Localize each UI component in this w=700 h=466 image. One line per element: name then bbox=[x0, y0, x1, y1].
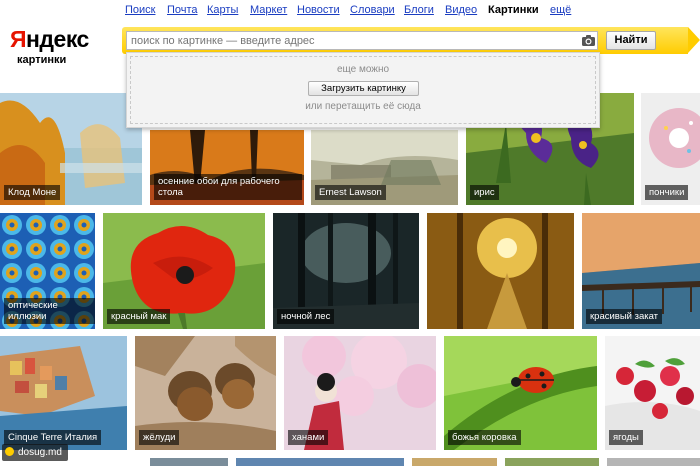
image-tile-acorns[interactable]: жёлуди bbox=[135, 336, 276, 450]
caption: красный мак bbox=[107, 309, 171, 324]
nav-link-news[interactable]: Новости bbox=[297, 4, 340, 16]
image-tile-partial[interactable] bbox=[236, 458, 404, 466]
image-sunlit-forest bbox=[427, 213, 574, 329]
caption: ирис bbox=[470, 185, 499, 200]
nav-link-maps[interactable]: Карты bbox=[207, 4, 238, 16]
nav-link-more[interactable]: ещё bbox=[550, 4, 571, 16]
caption: осенние обои для рабочего стола bbox=[154, 174, 302, 200]
image-tile-hanami[interactable]: ханами bbox=[284, 336, 436, 450]
image-tile-autumn-wallpaper[interactable]: осенние обои для рабочего стола bbox=[150, 130, 304, 205]
service-nav: Поиск Почта Карты Маркет Новости Словари… bbox=[0, 2, 700, 18]
nav-link-search[interactable]: Поиск bbox=[125, 4, 155, 16]
watermark: dosug.md bbox=[2, 444, 68, 461]
nav-current-images: Картинки bbox=[488, 4, 539, 16]
search-input[interactable] bbox=[126, 31, 598, 50]
image-tile-monet[interactable]: Клод Моне bbox=[0, 93, 142, 205]
nav-link-market[interactable]: Маркет bbox=[250, 4, 287, 16]
nav-link-mail[interactable]: Почта bbox=[167, 4, 198, 16]
image-tile-optical-illusions[interactable]: оптические иллюзии bbox=[0, 213, 95, 329]
nav-link-video[interactable]: Видео bbox=[445, 4, 477, 16]
caption: оптические иллюзии bbox=[4, 298, 95, 324]
upload-hint-top: еще можно bbox=[336, 64, 390, 75]
caption: Ernest Lawson bbox=[315, 185, 386, 200]
caption: красивый закат bbox=[586, 309, 663, 324]
caption: ханами bbox=[288, 430, 329, 445]
nav-link-dictionaries[interactable]: Словари bbox=[350, 4, 395, 16]
caption: ягоды bbox=[609, 430, 643, 445]
image-tile-ladybug[interactable]: божья коровка bbox=[444, 336, 597, 450]
image-tile-partial[interactable] bbox=[412, 458, 497, 466]
image-tile-sunlit-forest[interactable] bbox=[427, 213, 574, 329]
image-tile-partial[interactable] bbox=[150, 458, 228, 466]
watermark-logo-icon bbox=[5, 447, 14, 456]
upload-hint-bottom: или перетащить её сюда bbox=[305, 101, 421, 112]
watermark-text: dosug.md bbox=[18, 447, 62, 458]
image-tile-night-forest[interactable]: ночной лес bbox=[273, 213, 419, 329]
search-button[interactable]: Найти bbox=[606, 31, 656, 50]
upload-dropzone[interactable]: еще можно Загрузить картинку или перетащ… bbox=[126, 52, 600, 128]
image-tile-berries[interactable]: ягоды bbox=[605, 336, 700, 450]
camera-icon[interactable] bbox=[581, 33, 596, 48]
caption: божья коровка bbox=[448, 430, 521, 445]
logo-subtitle: картинки bbox=[17, 54, 67, 66]
logo-first-letter: Я bbox=[10, 26, 27, 52]
image-tile-partial[interactable] bbox=[505, 458, 599, 466]
image-tile-ernest-lawson[interactable]: Ernest Lawson bbox=[311, 130, 458, 205]
image-tile-partial[interactable] bbox=[607, 458, 700, 466]
yandex-logo[interactable]: Яндекс bbox=[10, 26, 89, 53]
upload-image-button[interactable]: Загрузить картинку bbox=[308, 81, 419, 96]
caption: пончики bbox=[645, 185, 689, 200]
image-tile-beautiful-sunset[interactable]: красивый закат bbox=[582, 213, 700, 329]
caption: жёлуди bbox=[139, 430, 180, 445]
nav-link-blogs[interactable]: Блоги bbox=[404, 4, 434, 16]
logo-rest: ндекс bbox=[26, 26, 89, 52]
caption: Клод Моне bbox=[4, 185, 61, 200]
image-tile-donuts[interactable]: пончики bbox=[641, 93, 700, 205]
caption: ночной лес bbox=[277, 309, 335, 324]
image-tile-cinque-terre[interactable]: Cinque Terre Италия bbox=[0, 336, 127, 450]
caption: Cinque Terre Италия bbox=[4, 430, 102, 445]
image-tile-red-poppy[interactable]: красный мак bbox=[103, 213, 265, 329]
